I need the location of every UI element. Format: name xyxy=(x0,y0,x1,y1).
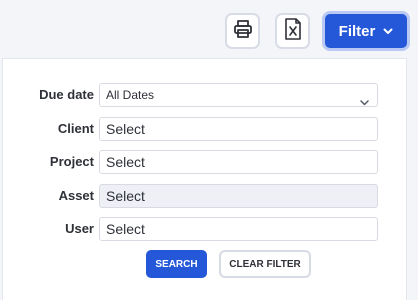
due-date-select[interactable]: All Dates xyxy=(99,83,378,107)
user-row: User Select xyxy=(3,217,406,241)
page: Filter Due date All Dates Client Select xyxy=(0,0,418,300)
excel-export-icon xyxy=(284,17,302,45)
search-button[interactable]: SEARCH xyxy=(146,250,207,278)
project-label: Project xyxy=(49,154,94,169)
client-label: Client xyxy=(57,121,94,136)
client-value: Select xyxy=(106,121,145,137)
printer-icon xyxy=(233,19,253,44)
user-value: Select xyxy=(106,221,145,237)
excel-export-button[interactable] xyxy=(275,13,310,49)
clear-filter-button[interactable]: CLEAR FILTER xyxy=(219,250,311,278)
chevron-down-icon xyxy=(360,91,369,113)
client-field[interactable]: Select xyxy=(99,117,378,141)
asset-value: Select xyxy=(106,188,145,204)
asset-field: Select xyxy=(99,184,378,208)
asset-label: Asset xyxy=(58,188,94,203)
filter-panel: Due date All Dates Client Select Project… xyxy=(2,58,407,300)
client-row: Client Select xyxy=(3,117,406,141)
print-button[interactable] xyxy=(225,13,260,49)
user-field[interactable]: Select xyxy=(99,217,378,241)
due-date-row: Due date All Dates xyxy=(3,83,406,107)
chevron-down-icon xyxy=(383,28,393,35)
filter-button[interactable]: Filter xyxy=(322,11,410,51)
filter-button-label: Filter xyxy=(338,22,376,40)
user-label: User xyxy=(65,221,94,236)
due-date-label: Due date xyxy=(39,87,94,102)
project-row: Project Select xyxy=(3,150,406,174)
asset-row: Asset Select xyxy=(3,184,406,208)
due-date-value: All Dates xyxy=(106,88,155,102)
project-field[interactable]: Select xyxy=(99,150,378,174)
project-value: Select xyxy=(106,154,145,170)
